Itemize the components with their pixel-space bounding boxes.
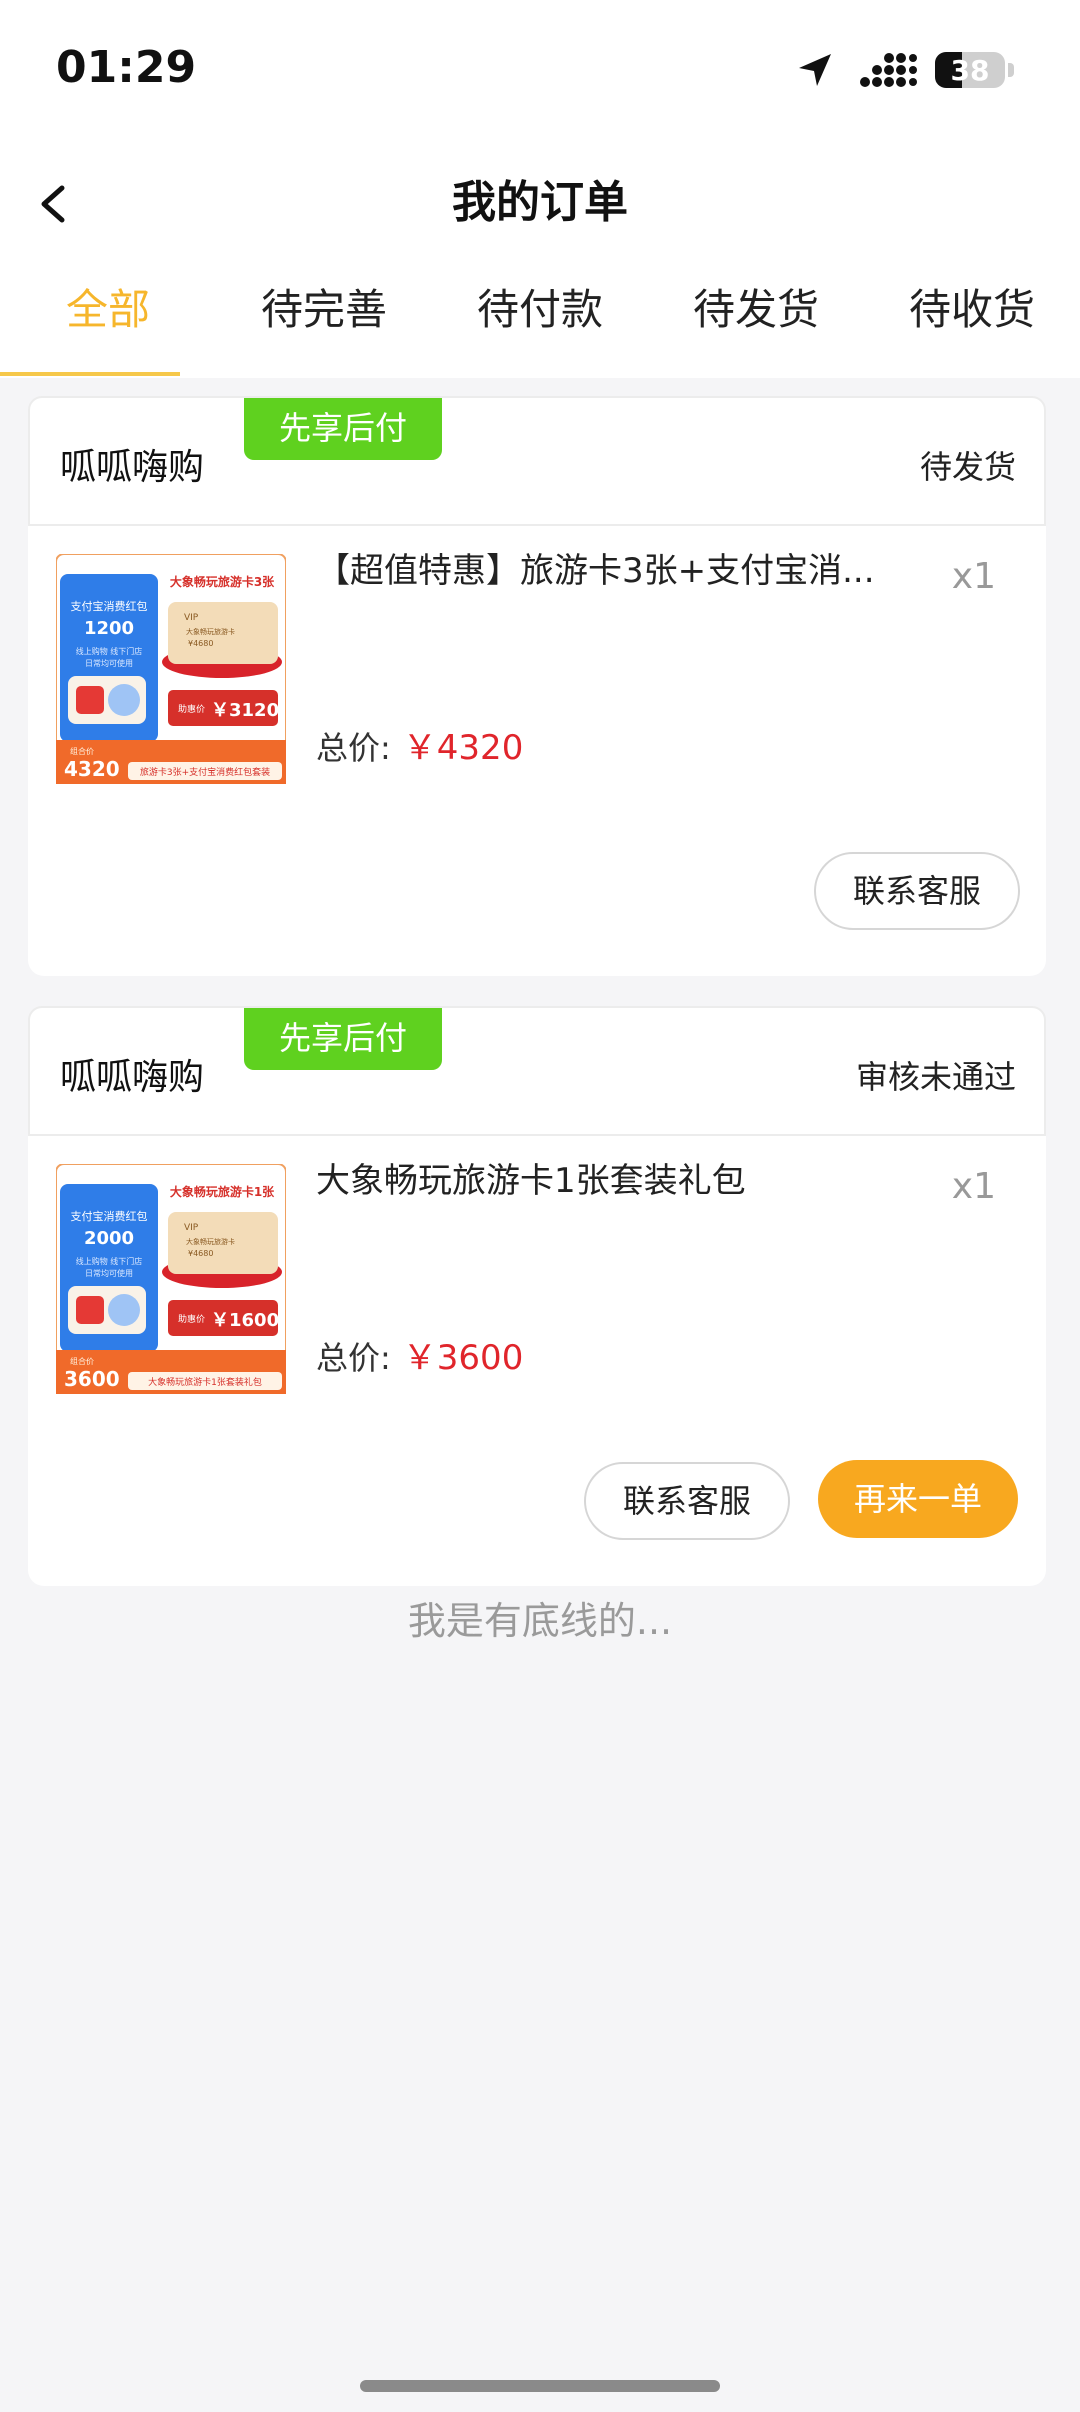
thumb-group-label: 组合价 (70, 746, 94, 756)
price-row: 总价: ￥3600 (316, 1330, 523, 1379)
thumb-card-line: 大象畅玩旅游卡 (186, 627, 235, 636)
price-row: 总价: ￥4320 (316, 720, 523, 769)
tab-to-pay[interactable]: 待付款 (432, 250, 648, 378)
signal-dots-icon (860, 53, 917, 87)
tab-label: 待收货 (908, 285, 1035, 334)
end-of-list-note: 我是有底线的... (407, 1599, 673, 1643)
product-title: 大象畅玩旅游卡1张套装礼包 (316, 1161, 746, 1201)
price-value: ￥4320 (402, 728, 524, 768)
page-title: 我的订单 (452, 177, 628, 228)
order-tabs: 全部 待完善 待付款 待发货 待收货 (0, 250, 1080, 378)
order-card-header: 呱呱嗨购 先享后付 待发货 (28, 396, 1046, 526)
contact-service-button[interactable]: 联系客服 (814, 852, 1020, 930)
thumb-amount: 2000 (84, 1228, 134, 1249)
shop-name: 呱呱嗨购 (60, 447, 205, 488)
order-status: 待发货 (919, 448, 1016, 486)
tab-label: 待发货 (692, 285, 819, 334)
thumb-help-label: 助惠价 (178, 1313, 205, 1325)
thumb-brand: 大象畅玩旅游卡3张 (170, 574, 275, 589)
thumb-card-price: ¥4680 (188, 1249, 213, 1258)
battery-tip (1008, 63, 1014, 77)
thumb-help-price: ￥3120 (211, 700, 279, 721)
thumb-footer: 大象畅玩旅游卡1张套装礼包 (148, 1376, 262, 1388)
order-status: 审核未通过 (855, 1058, 1016, 1096)
tab-active-underline (0, 372, 180, 376)
price-value: ￥3600 (402, 1338, 524, 1378)
tab-to-ship[interactable]: 待发货 (648, 250, 864, 378)
product-row[interactable]: 支付宝消费红包 1200 线上购物 线下门店 日常均可使用 大象畅玩旅游卡3张 … (28, 526, 1046, 786)
pay-later-badge: 先享后付 (244, 1008, 442, 1070)
order-card-header: 呱呱嗨购 先享后付 审核未通过 (28, 1006, 1046, 1136)
thumb-group-price: 4320 (64, 757, 120, 781)
thumb-red-packet: 支付宝消费红包 (71, 1209, 148, 1223)
product-thumbnail: 支付宝消费红包 2000 线上购物 线下门店 日常均可使用 大象畅玩旅游卡1张 … (56, 1164, 286, 1394)
thumb-group-label: 组合价 (70, 1356, 94, 1366)
thumb-red-packet: 支付宝消费红包 (71, 599, 148, 613)
product-quantity: x1 (951, 1166, 996, 1207)
product-row[interactable]: 支付宝消费红包 2000 线上购物 线下门店 日常均可使用 大象畅玩旅游卡1张 … (28, 1136, 1046, 1396)
thumb-help-label: 助惠价 (178, 703, 205, 715)
status-icons: 38 (795, 48, 1014, 92)
shop-name: 呱呱嗨购 (60, 1057, 205, 1098)
thumb-amount: 1200 (84, 618, 134, 639)
status-bar: 01:29 38 (0, 0, 1080, 140)
pay-later-badge: 先享后付 (244, 398, 442, 460)
thumb-vip: VIP (184, 613, 199, 623)
thumb-help-price: ￥1600 (211, 1310, 279, 1331)
thumb-card-price: ¥4680 (188, 639, 213, 648)
product-title: 【超值特惠】旅游卡3张+支付宝消... (316, 551, 875, 591)
product-quantity: x1 (951, 556, 996, 597)
thumb-sub1: 线上购物 线下门店 (76, 646, 143, 656)
tab-label: 全部 (65, 285, 150, 334)
thumb-footer: 旅游卡3张+支付宝消费红包套装 (140, 766, 270, 778)
thumb-sub2: 日常均可使用 (85, 1268, 133, 1278)
battery-percent: 38 (950, 53, 990, 87)
tab-label: 待付款 (476, 285, 603, 334)
status-time: 01:29 (56, 42, 197, 93)
thumb-sub2: 日常均可使用 (85, 658, 133, 668)
price-label: 总价: (316, 729, 391, 767)
order-card[interactable]: 呱呱嗨购 先享后付 审核未通过 支付宝消费红包 2000 线上购物 线下门店 日… (28, 1006, 1046, 1586)
tab-to-complete[interactable]: 待完善 (216, 250, 432, 378)
order-actions: 联系客服 再来一单 (28, 1396, 1046, 1540)
thumb-group-price: 3600 (64, 1367, 120, 1391)
product-thumbnail: 支付宝消费红包 1200 线上购物 线下门店 日常均可使用 大象畅玩旅游卡3张 … (56, 554, 286, 784)
tab-label: 待完善 (260, 285, 387, 334)
location-arrow-icon (799, 54, 831, 86)
thumb-sub1: 线上购物 线下门店 (76, 1256, 143, 1266)
thumb-brand: 大象畅玩旅游卡1张 (170, 1184, 275, 1199)
order-actions: 联系客服 (28, 786, 1046, 930)
home-indicator[interactable] (360, 2380, 720, 2392)
tab-all[interactable]: 全部 (0, 250, 216, 378)
battery-icon: 38 (935, 52, 1005, 88)
price-label: 总价: (316, 1339, 391, 1377)
reorder-button[interactable]: 再来一单 (818, 1460, 1018, 1538)
contact-service-button[interactable]: 联系客服 (584, 1462, 790, 1540)
order-card[interactable]: 呱呱嗨购 先享后付 待发货 支付宝消费红包 1200 线上购物 线下门店 日常均… (28, 396, 1046, 976)
tab-to-receive[interactable]: 待收货 (864, 250, 1080, 378)
thumb-card-line: 大象畅玩旅游卡 (186, 1237, 235, 1246)
thumb-vip: VIP (184, 1223, 199, 1233)
